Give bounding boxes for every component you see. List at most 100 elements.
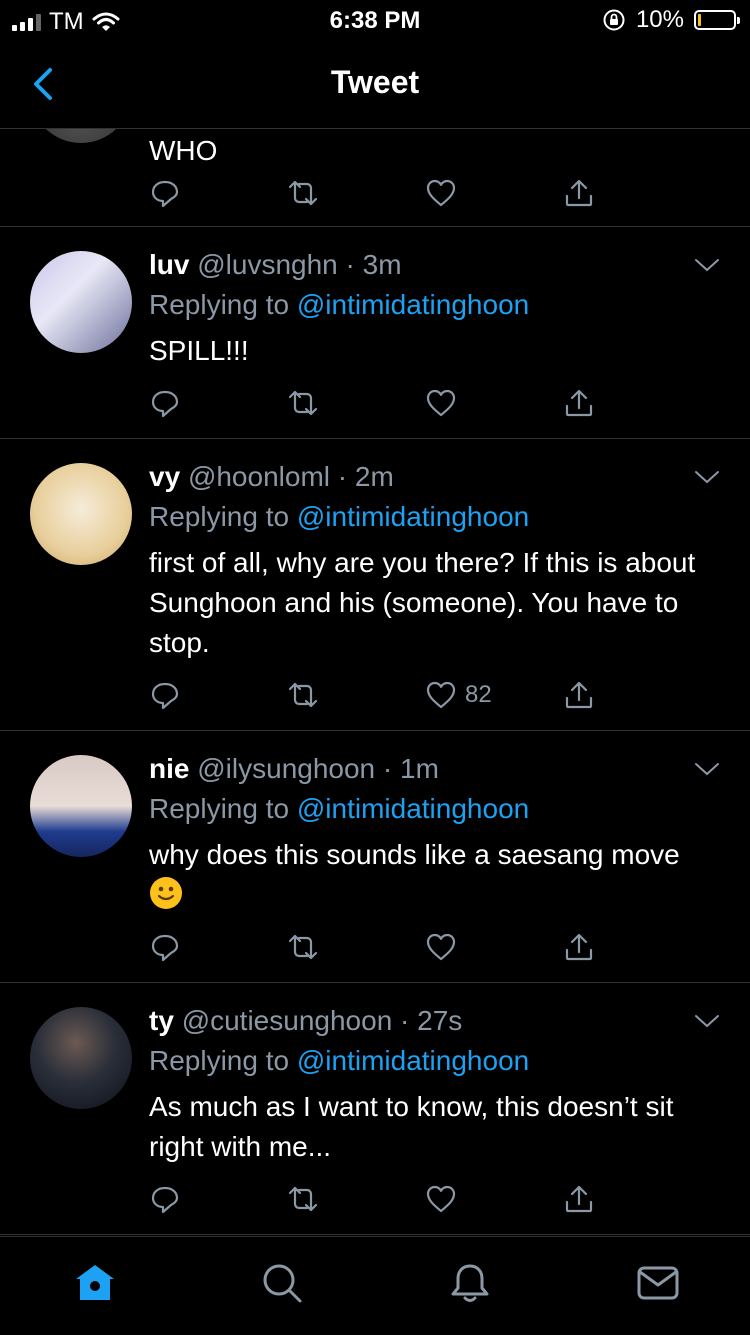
avatar[interactable]: [30, 463, 132, 565]
heart-icon: [426, 179, 456, 207]
tweet-actions: [149, 1179, 629, 1219]
retweet-icon: [288, 682, 318, 708]
share-icon: [565, 1185, 593, 1213]
tweet-partial[interactable]: WHO: [0, 129, 750, 227]
replying-prefix: Replying to: [149, 793, 297, 824]
replies-feed[interactable]: WHO luv @luvsnghn · 3m Replying to @inti…: [0, 129, 750, 1235]
replying-to: Replying to @intimidatinghoon: [149, 287, 710, 323]
separator: ·: [337, 249, 363, 280]
timestamp: 3m: [362, 249, 402, 280]
share-button[interactable]: [563, 173, 595, 213]
retweet-button[interactable]: [287, 927, 319, 967]
display-name[interactable]: vy: [149, 461, 180, 492]
heart-icon: [426, 681, 456, 709]
like-button[interactable]: [425, 927, 465, 967]
timestamp: 1m: [400, 753, 439, 784]
tweet-actions: 82: [149, 675, 629, 715]
tweet-actions: [149, 927, 629, 967]
share-button[interactable]: [563, 1179, 595, 1219]
tweet[interactable]: luv @luvsnghn · 3m Replying to @intimida…: [0, 227, 750, 439]
like-count: 82: [465, 681, 492, 708]
avatar[interactable]: [30, 1007, 132, 1109]
replying-to: Replying to @intimidatinghoon: [149, 791, 710, 827]
avatar[interactable]: [30, 755, 132, 857]
handle[interactable]: @hoonloml: [188, 461, 330, 492]
heart-icon: [426, 389, 456, 417]
replying-to: Replying to @intimidatinghoon: [149, 1043, 710, 1079]
retweet-button[interactable]: [287, 1179, 319, 1219]
handle[interactable]: @luvsnghn: [197, 249, 338, 280]
reply-button[interactable]: [149, 383, 181, 423]
messages-icon[interactable]: [636, 1261, 680, 1305]
separator: ·: [375, 753, 401, 784]
reply-icon: [151, 390, 179, 418]
avatar[interactable]: [30, 129, 132, 143]
handle[interactable]: @ilysunghoon: [197, 753, 375, 784]
share-icon: [565, 933, 593, 961]
tweet-header: nie @ilysunghoon · 1m: [149, 751, 710, 787]
slightly-smiling-face-icon: [150, 877, 182, 909]
replying-prefix: Replying to: [149, 289, 297, 320]
reply-button[interactable]: [149, 173, 181, 213]
share-button[interactable]: [563, 927, 595, 967]
share-icon: [565, 389, 593, 417]
handle[interactable]: @cutiesunghoon: [182, 1005, 393, 1036]
tweet-header: vy @hoonloml · 2m: [149, 459, 710, 495]
navigation-bar: Tweet: [0, 42, 750, 129]
reply-button[interactable]: [149, 675, 181, 715]
display-name[interactable]: nie: [149, 753, 189, 784]
home-icon[interactable]: [73, 1261, 117, 1305]
like-button[interactable]: 82: [425, 675, 492, 715]
tweet-header: luv @luvsnghn · 3m: [149, 247, 710, 283]
tweet-text: WHO: [149, 135, 218, 166]
tweet-text: SPILL!!!: [149, 335, 249, 366]
share-button[interactable]: [563, 675, 595, 715]
page-title: Tweet: [330, 64, 420, 100]
status-bar: TM 6:38 PM 10%: [0, 0, 750, 40]
tweet-text: why does this sounds like a saesang move: [149, 839, 680, 870]
separator: ·: [330, 461, 355, 492]
replying-prefix: Replying to: [149, 1045, 297, 1076]
heart-icon: [426, 1185, 456, 1213]
reply-button[interactable]: [149, 1179, 181, 1219]
timestamp: 2m: [354, 461, 394, 492]
mention-link[interactable]: @intimidatinghoon: [297, 289, 529, 320]
like-button[interactable]: [425, 173, 457, 213]
tab-bar: [0, 1236, 750, 1335]
mention-link[interactable]: @intimidatinghoon: [297, 793, 529, 824]
display-name[interactable]: ty: [149, 1005, 174, 1036]
search-icon[interactable]: [260, 1261, 304, 1305]
reply-icon: [151, 180, 179, 208]
tweet[interactable]: nie @ilysunghoon · 1m Replying to @intim…: [0, 731, 750, 983]
retweet-button[interactable]: [287, 675, 319, 715]
mention-link[interactable]: @intimidatinghoon: [297, 501, 529, 532]
replying-to: Replying to @intimidatinghoon: [149, 499, 710, 535]
reply-icon: [151, 682, 179, 710]
status-right: 10%: [602, 6, 740, 34]
reply-icon: [151, 1186, 179, 1214]
tweet[interactable]: ty @cutiesunghoon · 27s Replying to @int…: [0, 983, 750, 1235]
mention-link[interactable]: @intimidatinghoon: [297, 1045, 529, 1076]
tweet[interactable]: vy @hoonloml · 2m Replying to @intimidat…: [0, 439, 750, 731]
reply-icon: [151, 934, 179, 962]
tweet-text: first of all, why are you there? If this…: [149, 547, 696, 658]
like-button[interactable]: [425, 383, 465, 423]
tweet-text: As much as I want to know, this doesn’t …: [149, 1091, 674, 1162]
share-button[interactable]: [563, 383, 595, 423]
share-icon: [565, 179, 593, 207]
replying-prefix: Replying to: [149, 501, 297, 532]
avatar[interactable]: [30, 251, 132, 353]
like-button[interactable]: [425, 1179, 465, 1219]
timestamp: 27s: [417, 1005, 463, 1036]
retweet-button[interactable]: [287, 173, 319, 213]
battery-icon: [694, 10, 740, 30]
display-name[interactable]: luv: [149, 249, 189, 280]
notifications-icon[interactable]: [448, 1261, 492, 1305]
retweet-icon: [288, 390, 318, 416]
reply-button[interactable]: [149, 927, 181, 967]
separator: ·: [392, 1005, 418, 1036]
tweet-header: ty @cutiesunghoon · 27s: [149, 1003, 710, 1039]
heart-icon: [426, 933, 456, 961]
retweet-icon: [288, 180, 318, 206]
retweet-button[interactable]: [287, 383, 319, 423]
